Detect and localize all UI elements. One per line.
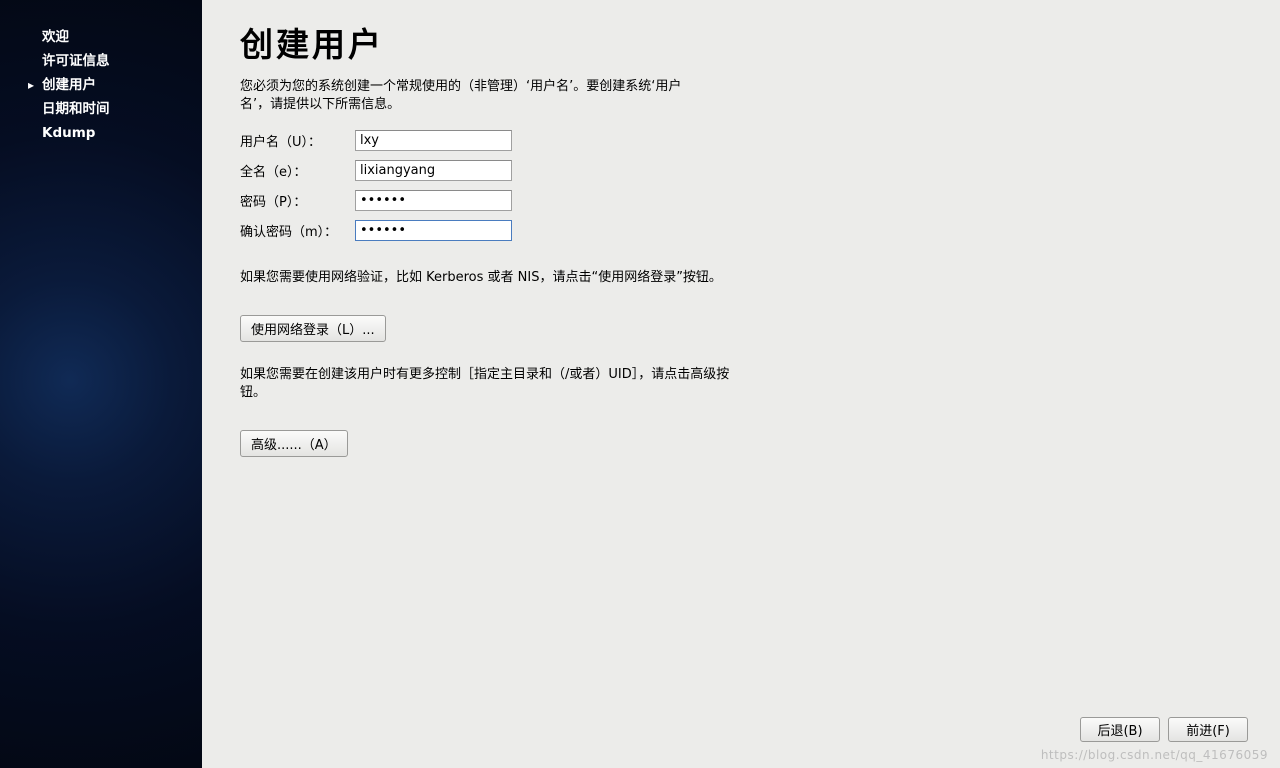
fullname-label: 全名（e）： (240, 161, 355, 180)
fullname-input[interactable] (355, 160, 512, 181)
intro-text: 您必须为您的系统创建一个常规使用的（非管理）‘用户名’。要创建系统‘用户名’，请… (240, 78, 710, 114)
forward-button[interactable]: 前进(F) (1168, 717, 1248, 742)
advanced-button[interactable]: 高级......（A） (240, 430, 348, 457)
sidebar-item-license[interactable]: 许可证信息 (0, 49, 202, 73)
sidebar-item-kdump[interactable]: Kdump (0, 121, 202, 145)
confirm-password-input[interactable] (355, 220, 512, 241)
advanced-note: 如果您需要在创建该用户时有更多控制［指定主目录和（/或者）UID］，请点击高级按… (240, 366, 740, 402)
footer-buttons: 后退(B) 前进(F) (1080, 717, 1248, 742)
form-row-username: 用户名（U）： (240, 130, 1242, 151)
main-content: 创建用户 您必须为您的系统创建一个常规使用的（非管理）‘用户名’。要创建系统‘用… (202, 0, 1280, 768)
sidebar: 欢迎 许可证信息 创建用户 日期和时间 Kdump (0, 0, 202, 768)
sidebar-item-label: 许可证信息 (42, 53, 110, 69)
form-row-confirm: 确认密码（m）： (240, 220, 1242, 241)
form-row-password: 密码（P）： (240, 190, 1242, 211)
back-button[interactable]: 后退(B) (1080, 717, 1160, 742)
username-input[interactable] (355, 130, 512, 151)
sidebar-item-create-user[interactable]: 创建用户 (0, 73, 202, 97)
sidebar-item-label: 欢迎 (42, 29, 69, 45)
user-form: 用户名（U）： 全名（e）： 密码（P）： 确认密码（m）： (240, 130, 1242, 241)
page-title: 创建用户 (240, 18, 1242, 66)
password-input[interactable] (355, 190, 512, 211)
network-note: 如果您需要使用网络验证，比如 Kerberos 或者 NIS，请点击“使用网络登… (240, 269, 740, 287)
username-label: 用户名（U）： (240, 131, 355, 150)
sidebar-item-datetime[interactable]: 日期和时间 (0, 97, 202, 121)
sidebar-item-label: Kdump (42, 125, 95, 141)
confirm-label: 确认密码（m）： (240, 221, 355, 240)
sidebar-item-welcome[interactable]: 欢迎 (0, 25, 202, 49)
sidebar-item-label: 日期和时间 (42, 101, 110, 117)
watermark: https://blog.csdn.net/qq_41676059 (1041, 748, 1268, 762)
password-label: 密码（P）： (240, 191, 355, 210)
form-row-fullname: 全名（e）： (240, 160, 1242, 181)
sidebar-item-label: 创建用户 (42, 77, 96, 93)
network-login-button[interactable]: 使用网络登录（L）... (240, 315, 386, 342)
